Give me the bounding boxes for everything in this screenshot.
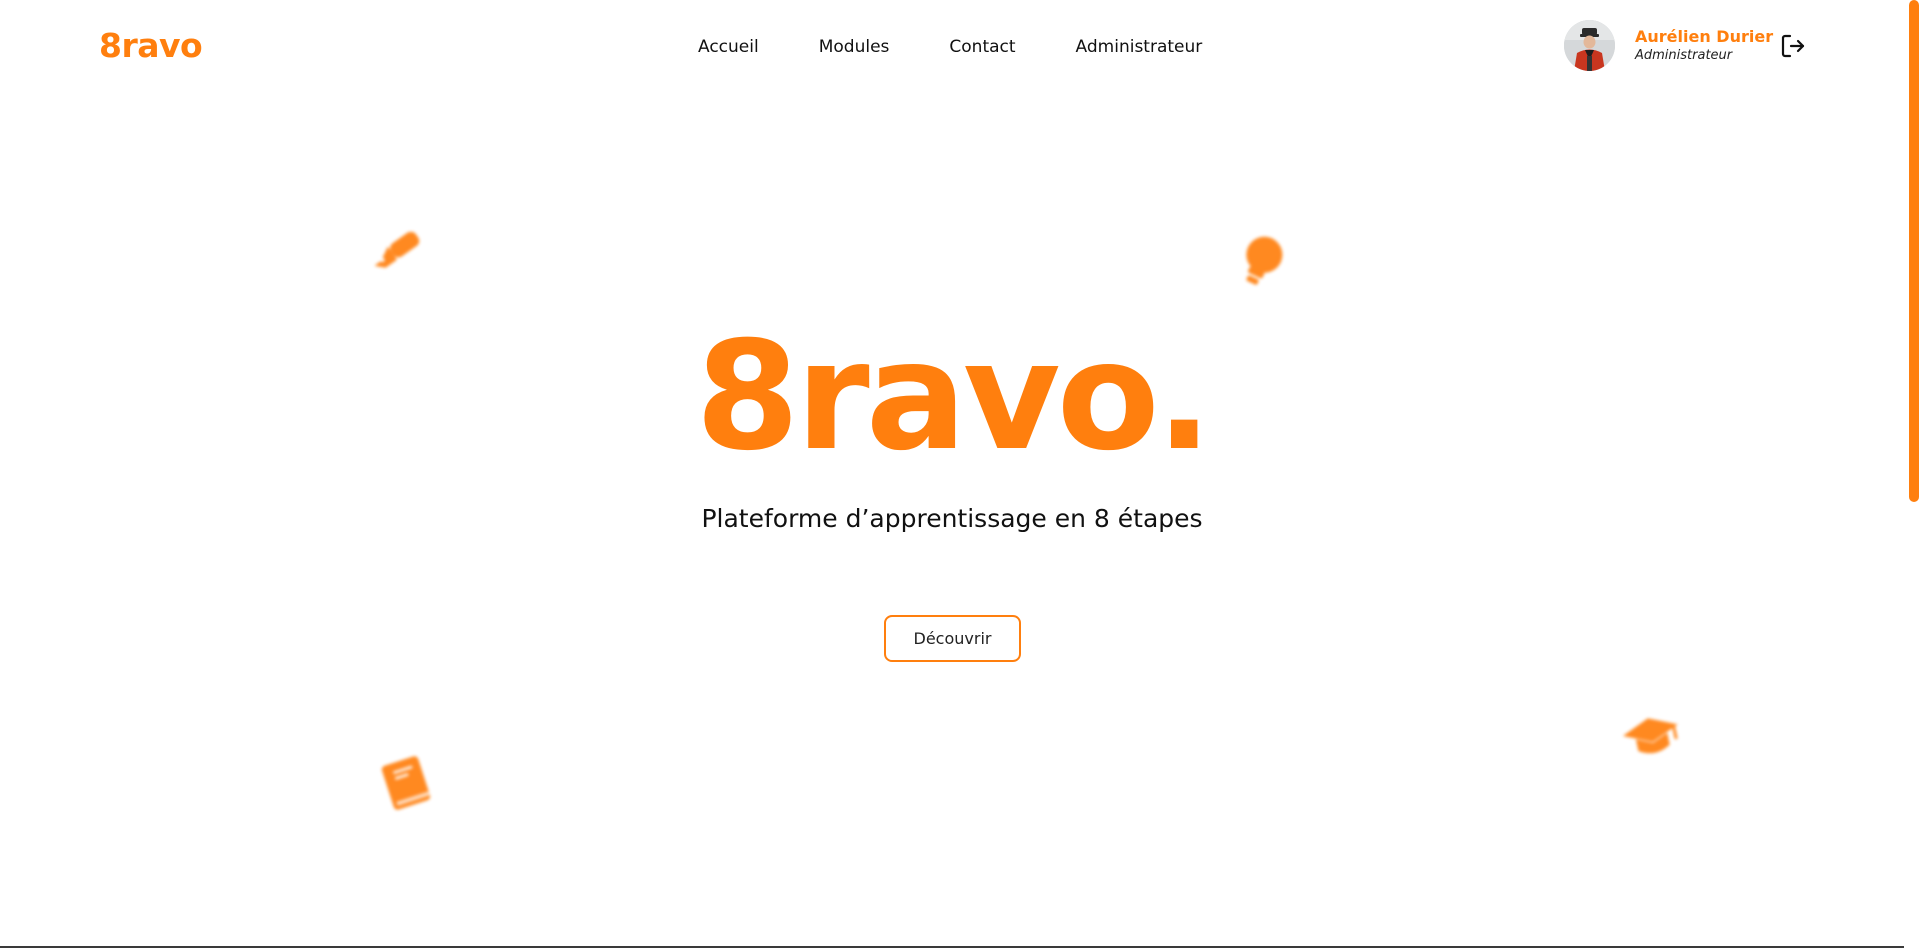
main-nav: Accueil Modules Contact Administrateur	[698, 36, 1202, 58]
hero-subtitle: Plateforme d’apprentissage en 8 étapes	[701, 504, 1203, 533]
pen-nib-icon	[375, 232, 439, 288]
user-name: Aurélien Durier	[1635, 27, 1774, 46]
hero-title: 8ravo.	[695, 310, 1212, 484]
user-photo-icon	[1564, 20, 1615, 71]
user-info: Aurélien Durier Administrateur	[1635, 27, 1773, 64]
avatar[interactable]	[1564, 20, 1615, 71]
page: 8ravo Accueil Modules Contact Administra…	[0, 0, 1919, 948]
user-role: Administrateur	[1635, 48, 1733, 63]
nav-modules[interactable]: Modules	[819, 36, 890, 58]
nav-contact[interactable]: Contact	[949, 36, 1015, 58]
logo[interactable]: 8ravo	[99, 26, 203, 66]
logout-icon[interactable]	[1780, 33, 1806, 59]
nav-administrateur[interactable]: Administrateur	[1076, 36, 1203, 58]
nav-accueil[interactable]: Accueil	[698, 36, 759, 58]
lightbulb-icon	[1232, 232, 1290, 292]
graduation-cap-icon	[1620, 712, 1684, 764]
book-icon	[375, 752, 437, 814]
discover-button[interactable]: Découvrir	[884, 615, 1021, 662]
vertical-scrollbar[interactable]	[1904, 0, 1919, 948]
scrollbar-thumb[interactable]	[1909, 0, 1919, 502]
user-profile[interactable]: Aurélien Durier Administrateur	[1564, 20, 1773, 71]
